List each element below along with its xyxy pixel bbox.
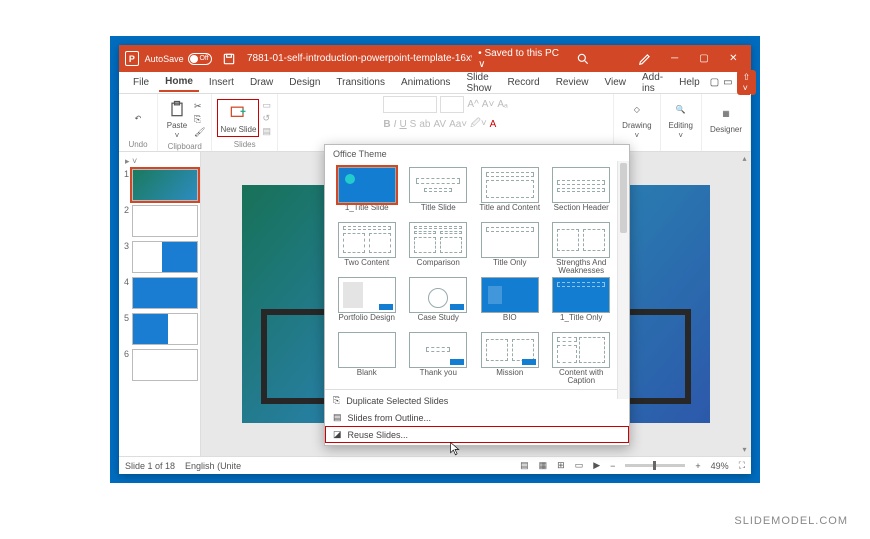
- designer-button[interactable]: ▦Designer: [708, 100, 744, 136]
- outline-chevron-icon[interactable]: ▸ ˅: [121, 156, 198, 169]
- drawing-button[interactable]: ◇Drawing˅: [620, 96, 653, 142]
- slide-count: Slide 1 of 18: [125, 461, 175, 471]
- cut-icon[interactable]: ✂: [194, 101, 205, 112]
- tab-review[interactable]: Review: [550, 74, 595, 91]
- language: English (Unite: [185, 461, 241, 471]
- share-button[interactable]: ⇧ ˅: [737, 70, 757, 95]
- tab-view[interactable]: View: [599, 74, 633, 91]
- ribbon-tabs: File Home Insert Draw Design Transitions…: [119, 72, 751, 94]
- slides-from-outline[interactable]: ▤Slides from Outline...: [325, 409, 629, 426]
- duplicate-icon: ⎘: [333, 395, 340, 406]
- outline-icon: ▤: [333, 412, 342, 423]
- close-button[interactable]: ✕: [722, 45, 745, 72]
- reset-icon[interactable]: ↺: [262, 113, 271, 124]
- new-slide-button[interactable]: New Slide: [218, 100, 258, 136]
- zoom-in-icon[interactable]: +: [695, 461, 700, 471]
- zoom-level: 49%: [711, 461, 729, 471]
- cursor-icon: [450, 442, 461, 457]
- tab-file[interactable]: File: [127, 74, 155, 91]
- gallery-footer: ⎘Duplicate Selected Slides ▤Slides from …: [325, 389, 629, 445]
- tab-animations[interactable]: Animations: [395, 74, 456, 91]
- group-slides: Slides: [234, 140, 256, 149]
- group-undo: Undo: [128, 140, 147, 149]
- file-name: 7881-01-self-introduction-powerpoint-tem…: [247, 53, 472, 64]
- duplicate-slides[interactable]: ⎘Duplicate Selected Slides: [325, 392, 629, 409]
- reuse-icon: ◪: [333, 429, 342, 440]
- fit-icon[interactable]: ⛶: [739, 460, 745, 471]
- layout-title-and-content[interactable]: Title and Content: [476, 167, 544, 220]
- layout-1-title-only[interactable]: 1_Title Only: [548, 277, 616, 330]
- autosave-label: AutoSave: [145, 54, 184, 64]
- status-bar: Slide 1 of 18 English (Unite ▤ ▦ ⊞ ▭ ▶ −…: [119, 456, 751, 474]
- canvas-scrollbar[interactable]: ▴ ▾: [739, 154, 750, 454]
- toggle-off-icon: Off: [188, 53, 212, 65]
- thumb-4[interactable]: 4: [121, 277, 198, 309]
- thumb-6[interactable]: 6: [121, 349, 198, 381]
- layout-two-content[interactable]: Two Content: [333, 222, 401, 275]
- undo-button[interactable]: ↶: [125, 105, 151, 131]
- save-icon[interactable]: [218, 45, 241, 72]
- tab-design[interactable]: Design: [283, 74, 326, 91]
- tab-insert[interactable]: Insert: [203, 74, 240, 91]
- layout-strengths-and-weaknesses[interactable]: Strengths And Weaknesses: [548, 222, 616, 275]
- maximize-button[interactable]: ▢: [692, 45, 715, 72]
- saved-status: • Saved to this PC ∨: [478, 48, 559, 70]
- tab-home[interactable]: Home: [159, 73, 199, 92]
- layout-title-only[interactable]: Title Only: [476, 222, 544, 275]
- layout-portfolio-design[interactable]: Portfolio Design: [333, 277, 401, 330]
- thumb-3[interactable]: 3: [121, 241, 198, 273]
- layout-mission[interactable]: Mission: [476, 332, 544, 385]
- gallery-header: Office Theme: [325, 145, 629, 163]
- layout-bio[interactable]: BIO: [476, 277, 544, 330]
- section-icon[interactable]: ▤: [262, 126, 271, 137]
- layout-blank[interactable]: Blank: [333, 332, 401, 385]
- view-normal-icon[interactable]: ▦: [539, 460, 548, 471]
- layout-content-with-caption[interactable]: Content with Caption: [548, 332, 616, 385]
- layout-case-study[interactable]: Case Study: [405, 277, 473, 330]
- tab-record[interactable]: Record: [501, 74, 545, 91]
- layout-comparison[interactable]: Comparison: [405, 222, 473, 275]
- thumb-5[interactable]: 5: [121, 313, 198, 345]
- gallery-scrollbar[interactable]: [617, 161, 629, 399]
- slide-thumbnails: ▸ ˅ 1 2 3 4 5 6: [119, 152, 201, 456]
- editing-button[interactable]: 🔍Editing˅: [667, 96, 695, 142]
- tab-slideshow[interactable]: Slide Show: [460, 69, 497, 97]
- copy-icon[interactable]: ⎘: [194, 114, 205, 125]
- view-reading-icon[interactable]: ▭: [575, 460, 584, 471]
- font-row-2: B I U S ab AV Aa˅🖉˅A: [383, 116, 496, 133]
- thumb-2[interactable]: 2: [121, 205, 198, 237]
- layout-section-header[interactable]: Section Header: [548, 167, 616, 220]
- tab-addins[interactable]: Add-ins: [636, 69, 669, 97]
- paste-button[interactable]: Paste˅: [164, 96, 190, 142]
- group-clipboard: Clipboard: [168, 142, 202, 151]
- tab-help[interactable]: Help: [673, 74, 706, 91]
- tab-transitions[interactable]: Transitions: [330, 74, 391, 91]
- format-painter-icon[interactable]: 🖌: [194, 127, 205, 138]
- thumb-1[interactable]: 1: [121, 169, 198, 201]
- new-slide-gallery: Office Theme 1_Title SlideTitle SlideTit…: [324, 144, 630, 446]
- view-sorter-icon[interactable]: ⊞: [557, 460, 565, 471]
- font-row-1: A^A˅Aₐ: [383, 96, 507, 113]
- reuse-slides[interactable]: ◪Reuse Slides...: [325, 426, 629, 443]
- camera-icon[interactable]: ▭: [723, 77, 732, 88]
- tab-draw[interactable]: Draw: [244, 74, 279, 91]
- comments-icon[interactable]: ▢: [710, 77, 719, 88]
- view-slideshow-icon[interactable]: ▶: [593, 460, 600, 471]
- notes-icon[interactable]: ▤: [520, 460, 529, 471]
- layout-thank-you[interactable]: Thank you: [405, 332, 473, 385]
- watermark: SLIDEMODEL.COM: [734, 515, 848, 527]
- layout-title-slide[interactable]: Title Slide: [405, 167, 473, 220]
- autosave-toggle[interactable]: AutoSave Off: [145, 53, 212, 65]
- app-icon: P: [125, 51, 139, 66]
- zoom-slider[interactable]: [625, 464, 685, 467]
- layout-1-title-slide[interactable]: 1_Title Slide: [333, 167, 401, 220]
- layout-icon[interactable]: ▭: [262, 100, 271, 111]
- zoom-out-icon[interactable]: −: [610, 461, 615, 471]
- search-icon[interactable]: [572, 45, 595, 72]
